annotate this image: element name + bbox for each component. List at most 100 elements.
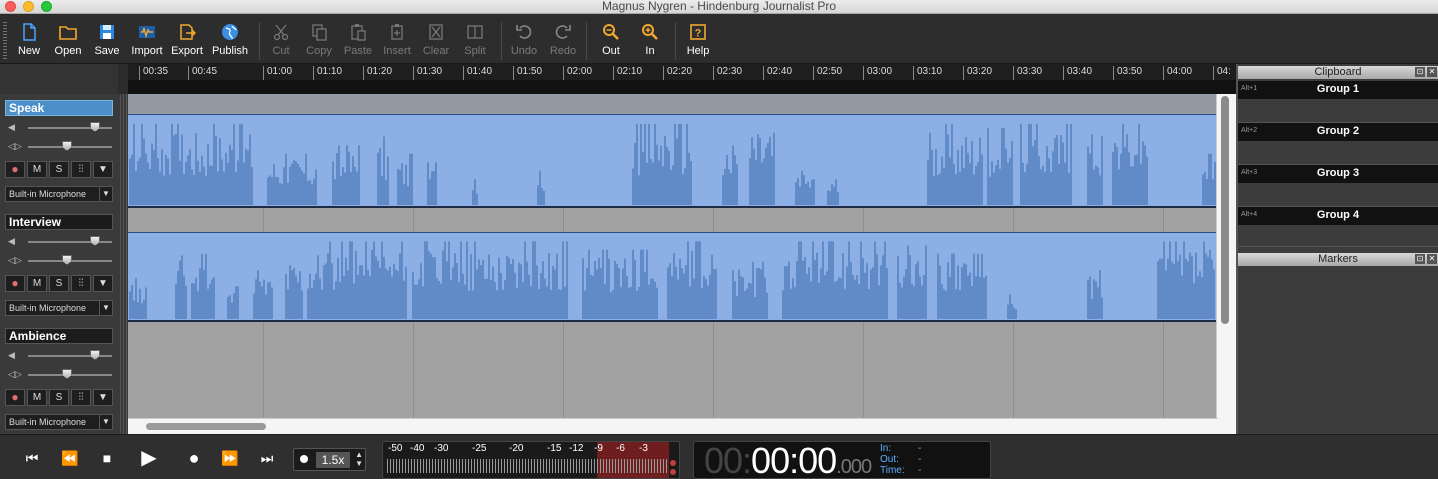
clipboard-group-body[interactable]	[1238, 183, 1438, 207]
vertical-scroll-thumb[interactable]	[1221, 96, 1229, 324]
publish-button[interactable]: Publish	[209, 21, 251, 61]
mixer-icon[interactable]: ⫶⫶	[71, 389, 91, 406]
volume-slider[interactable]	[28, 350, 112, 360]
speed-stepper-icon[interactable]: ▲ ▼	[355, 450, 363, 468]
open-label: Open	[54, 45, 82, 57]
undo-button[interactable]: Undo	[503, 21, 545, 61]
record-icon[interactable]: ●	[182, 447, 206, 469]
mixer-icon[interactable]: ⫶⫶	[71, 275, 91, 292]
horizontal-scrollbar[interactable]	[128, 418, 1218, 434]
vertical-scrollbar[interactable]	[1216, 94, 1236, 434]
cut-label: Cut	[272, 45, 290, 57]
horizontal-scroll-thumb[interactable]	[146, 423, 266, 430]
pin-icon[interactable]: ⊡	[1415, 254, 1425, 264]
tracks-area[interactable]	[128, 94, 1218, 434]
pan-slider[interactable]	[28, 141, 112, 151]
pan-slider-knob[interactable]	[62, 255, 72, 265]
out-label: Out	[602, 45, 620, 57]
mute-button[interactable]: M	[27, 389, 47, 406]
volume-slider-knob[interactable]	[90, 236, 100, 246]
clipboard-group[interactable]: Alt+3 Group 3	[1238, 165, 1438, 183]
split-icon	[467, 25, 483, 39]
transport-bar: ⏮ ⏪ ■ ▶ ● ⏩ ⏭ 1.5x ▲ ▼ -50 -40 -30 -25 -2…	[0, 434, 1438, 479]
solo-button[interactable]: S	[49, 389, 69, 406]
skip-to-start-icon[interactable]: ⏮	[20, 447, 44, 469]
volume-slider[interactable]	[28, 236, 112, 246]
clear-button[interactable]: Clear	[415, 21, 457, 61]
solo-button[interactable]: S	[49, 275, 69, 292]
help-button[interactable]: ? Help	[677, 21, 719, 61]
export-button[interactable]: Export	[166, 21, 208, 61]
pan-slider-knob[interactable]	[62, 369, 72, 379]
clipboard-group[interactable]: Alt+4 Group 4	[1238, 207, 1438, 225]
close-icon[interactable]: ✕	[1427, 254, 1437, 264]
close-icon[interactable]: ✕	[1427, 67, 1437, 77]
mixer-icon[interactable]: ⫶⫶	[71, 161, 91, 178]
new-document-icon	[23, 23, 36, 41]
input-select[interactable]: Built-in Microphone ▼	[5, 300, 113, 316]
mute-button[interactable]: M	[27, 275, 47, 292]
paste-button[interactable]: Paste	[337, 21, 379, 61]
save-button[interactable]: Save	[86, 21, 128, 61]
track-menu-arrow-icon[interactable]: ▼	[93, 389, 113, 406]
pan-slider[interactable]	[28, 369, 112, 379]
track-name[interactable]: Ambience	[5, 328, 113, 344]
rewind-icon[interactable]: ⏪	[58, 447, 82, 469]
track-name[interactable]: Speak	[5, 100, 113, 116]
playback-speed-control[interactable]: 1.5x ▲ ▼	[293, 448, 366, 471]
export-label: Export	[171, 45, 203, 57]
skip-to-end-icon[interactable]: ⏭	[255, 447, 279, 469]
open-button[interactable]: Open	[47, 21, 89, 61]
stop-icon[interactable]: ■	[95, 447, 119, 469]
zoom-in-button[interactable]: In	[629, 21, 671, 61]
new-button[interactable]: New	[8, 21, 50, 61]
input-select[interactable]: Built-in Microphone ▼	[5, 186, 113, 202]
pan-slider[interactable]	[28, 255, 112, 265]
solo-button[interactable]: S	[49, 161, 69, 178]
play-icon[interactable]: ▶	[137, 447, 161, 469]
volume-slider[interactable]	[28, 122, 112, 132]
track-name[interactable]: Interview	[5, 214, 113, 230]
markers-panel-header: Markers ⊡ ✕	[1238, 253, 1438, 266]
markers-title: Markers	[1318, 253, 1358, 265]
copy-button[interactable]: Copy	[298, 21, 340, 61]
volume-slider-knob[interactable]	[90, 350, 100, 360]
panel-resize-grip[interactable]	[118, 94, 128, 434]
input-select[interactable]: Built-in Microphone ▼	[5, 414, 113, 430]
volume-slider-knob[interactable]	[90, 122, 100, 132]
record-arm-button[interactable]: ●	[5, 389, 25, 406]
pin-icon[interactable]: ⊡	[1415, 67, 1425, 77]
track-menu-arrow-icon[interactable]: ▼	[93, 161, 113, 178]
toolbar: New Open Save Import Export Publish Cut	[0, 14, 1438, 64]
audio-clip-interview[interactable]	[128, 232, 1218, 322]
audio-clip-speak[interactable]	[128, 114, 1218, 208]
clipboard-group-body[interactable]	[1238, 141, 1438, 165]
split-button[interactable]: Split	[454, 21, 496, 61]
clipboard-group-body[interactable]	[1238, 225, 1438, 247]
cut-button[interactable]: Cut	[260, 21, 302, 61]
ruler-tick: 04:	[1213, 66, 1231, 80]
track-menu-arrow-icon[interactable]: ▼	[93, 275, 113, 292]
import-button[interactable]: Import	[126, 21, 168, 61]
ruler-tick: 03:10	[913, 66, 942, 80]
zoom-out-button[interactable]: Out	[590, 21, 632, 61]
timeline-ruler[interactable]: 00:35 00:45 01:00 01:10 01:20 01:30 01:4…	[128, 64, 1236, 94]
pan-slider-knob[interactable]	[62, 141, 72, 151]
clipboard-group[interactable]: Alt+1 Group 1	[1238, 81, 1438, 99]
fast-forward-icon[interactable]: ⏩	[218, 447, 242, 469]
insert-button[interactable]: Insert	[376, 21, 418, 61]
clipboard-group[interactable]: Alt+2 Group 2	[1238, 123, 1438, 141]
toolbar-separator	[586, 22, 587, 60]
mute-button[interactable]: M	[27, 161, 47, 178]
clipboard-group-body[interactable]	[1238, 99, 1438, 123]
copy-label: Copy	[306, 45, 332, 57]
app-window: Magnus Nygren - Hindenburg Journalist Pr…	[0, 0, 1438, 479]
record-arm-button[interactable]: ●	[5, 161, 25, 178]
clear-icon	[429, 24, 443, 40]
playhead-lane[interactable]	[128, 80, 1236, 94]
redo-button[interactable]: Redo	[542, 21, 584, 61]
speed-toggle-icon[interactable]	[300, 455, 308, 463]
record-arm-button[interactable]: ●	[5, 275, 25, 292]
input-select-value: Built-in Microphone	[9, 417, 87, 427]
waveform-interview	[129, 241, 1215, 319]
